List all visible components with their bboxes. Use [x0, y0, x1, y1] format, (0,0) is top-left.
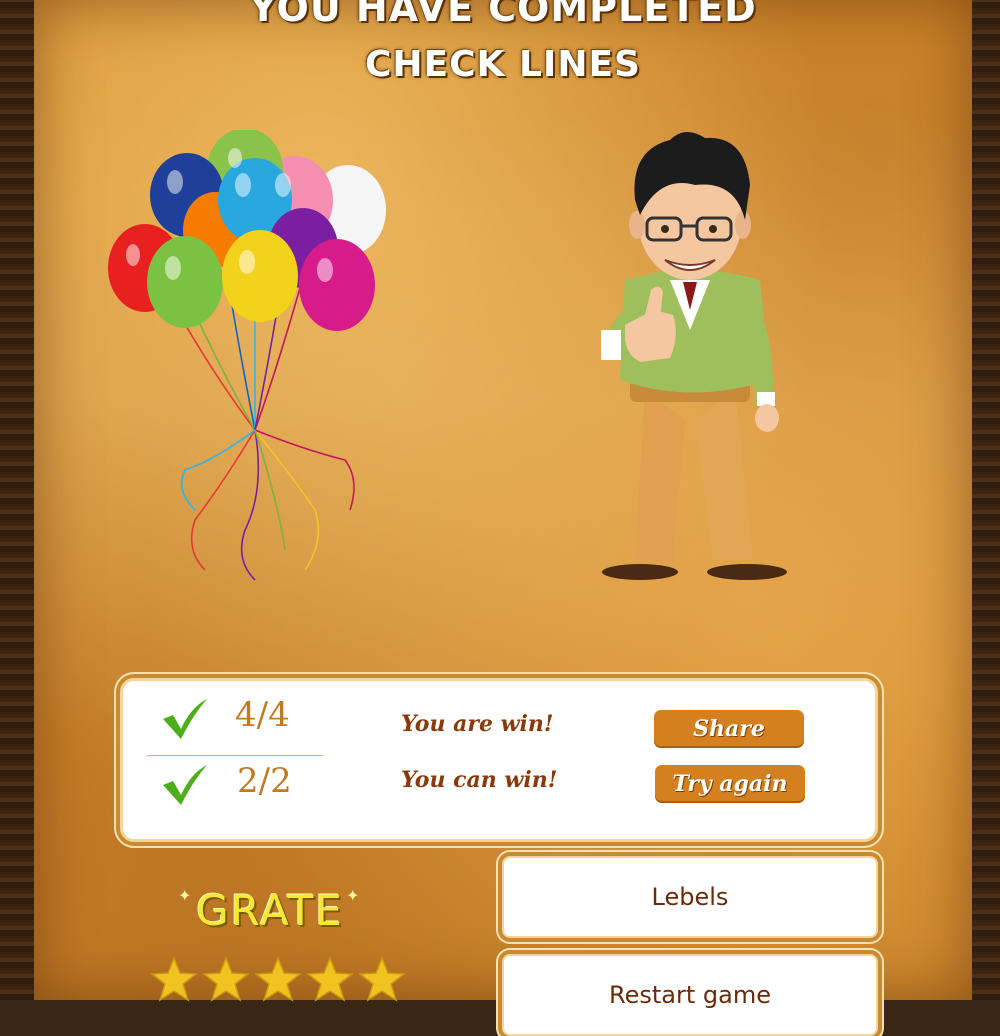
- grade-label: GRATE: [196, 886, 344, 935]
- can-win-message: You can win!: [401, 767, 558, 793]
- game-name-title: CHECK LINES: [365, 44, 641, 85]
- row-divider: [147, 755, 323, 756]
- restart-game-button[interactable]: Restart game: [502, 954, 878, 1036]
- wooden-frame-left: [0, 0, 34, 1000]
- star-icon: [202, 956, 250, 1002]
- results-panel: 4/4 2/2 You are win! You can win! Share …: [120, 678, 878, 842]
- try-again-button[interactable]: Try again: [655, 765, 805, 803]
- sparkle-icon: ✦: [346, 886, 360, 905]
- star-icon: [150, 956, 198, 1002]
- rating-stars: [150, 956, 410, 1002]
- checkmark-icon: [163, 765, 207, 805]
- star-icon: [306, 956, 354, 1002]
- checkmark-icon: [163, 699, 207, 739]
- score-row-1: 4/4: [235, 695, 290, 735]
- balloons-illustration: [108, 130, 386, 581]
- star-icon: [254, 956, 302, 1002]
- levels-button[interactable]: Lebels: [502, 856, 878, 938]
- win-message: You are win!: [401, 711, 554, 737]
- wooden-frame-right: [972, 0, 1000, 1000]
- completion-title: YOU HAVE COMPLETED: [249, 0, 757, 30]
- score-row-2: 2/2: [237, 761, 292, 801]
- thumbs-up-man-illustration: [601, 131, 787, 580]
- share-button[interactable]: Share: [654, 710, 804, 748]
- star-icon: [358, 956, 406, 1002]
